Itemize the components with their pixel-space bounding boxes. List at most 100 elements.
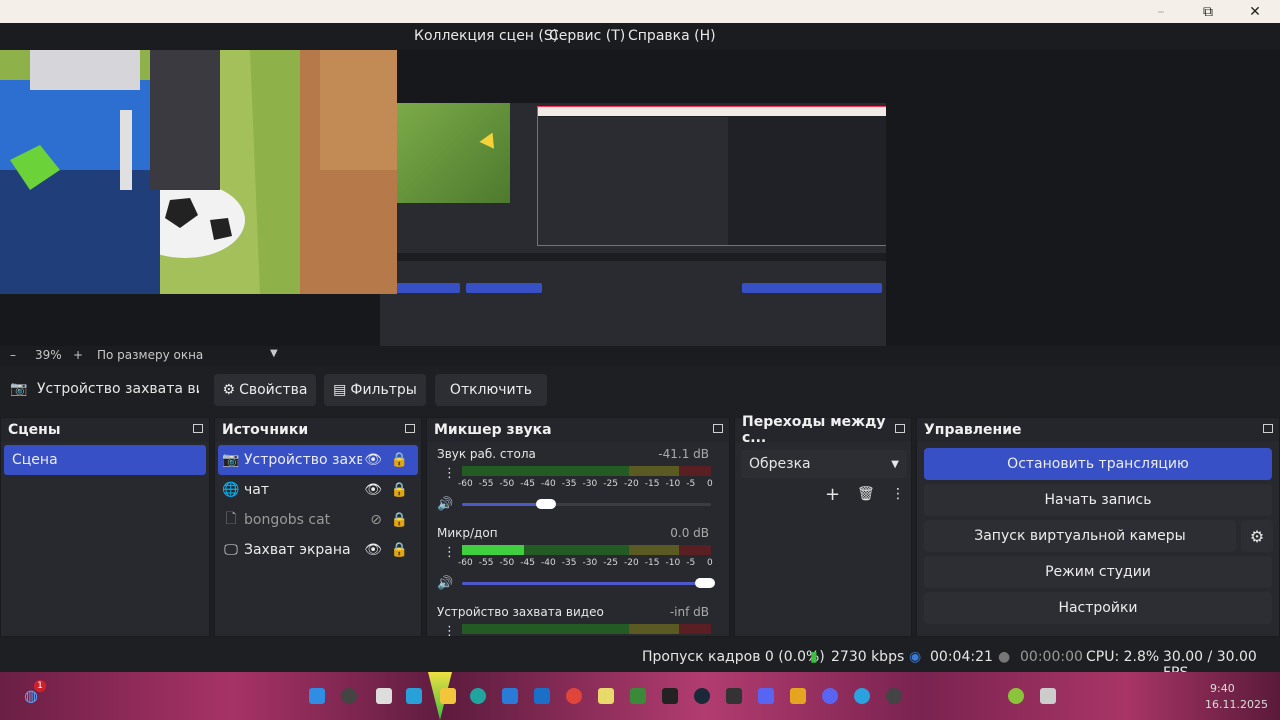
trash-icon[interactable]: 🗑 <box>857 486 875 502</box>
channel-menu-icon[interactable]: ⋮ <box>443 624 456 636</box>
meter-zone <box>678 624 711 634</box>
telegram-icon[interactable] <box>854 688 870 704</box>
chrome-icon[interactable] <box>566 688 582 704</box>
app-icon[interactable] <box>726 688 742 704</box>
scene-item[interactable]: Сцена <box>4 445 206 475</box>
maximize-button[interactable]: ⧉ <box>1185 0 1231 23</box>
deactivate-button[interactable]: Отключить <box>435 374 547 406</box>
chevron-down-icon[interactable]: ▼ <box>270 348 278 359</box>
menu-help[interactable]: Справка (H) <box>628 28 716 44</box>
zoom-in-button[interactable]: + <box>73 348 83 362</box>
camera-icon: 📷 <box>10 381 28 397</box>
taskview-icon[interactable] <box>376 688 392 704</box>
notification-badge: 1 <box>34 680 46 692</box>
tray-icon[interactable] <box>1008 688 1024 704</box>
undock-icon[interactable] <box>193 424 203 433</box>
properties-button[interactable]: ⚙ Свойства <box>214 374 316 406</box>
obs-icon[interactable] <box>886 688 902 704</box>
outlook-icon[interactable] <box>534 688 550 704</box>
meter-zone <box>678 466 711 476</box>
zoom-fit-select[interactable]: По размеру окна <box>97 348 203 362</box>
source-item-screen[interactable]: 🖵 Захват экрана 👁 🔒 <box>218 535 418 565</box>
channel-menu-icon[interactable]: ⋮ <box>443 466 456 481</box>
start-icon[interactable] <box>309 688 325 704</box>
add-icon[interactable]: + <box>825 484 840 505</box>
lock-icon[interactable]: 🔒 <box>391 512 408 528</box>
source-item-label: Устройство захвата видео <box>244 452 362 468</box>
monitor-icon: 🖵 <box>224 542 238 558</box>
discord-icon[interactable] <box>758 688 774 704</box>
calculator-icon[interactable] <box>502 688 518 704</box>
more-icon[interactable]: ⋮ <box>891 486 905 502</box>
scenes-title: Сцены <box>1 418 209 442</box>
chevron-down-icon: ▼ <box>891 458 899 470</box>
filters-button[interactable]: ▤ Фильтры <box>324 374 426 406</box>
source-item-video-capture[interactable]: 📷 Устройство захвата видео 👁 🔒 <box>218 445 418 475</box>
meter-scale-tick: -55 <box>478 558 494 568</box>
search-icon[interactable] <box>341 688 357 704</box>
store-icon[interactable] <box>406 688 422 704</box>
sources-title: Источники <box>215 418 421 442</box>
menu-scene-collection[interactable]: Коллекция сцен (S) <box>414 28 558 44</box>
volume-icon[interactable]: 🔊 <box>437 576 453 591</box>
mixer-channel-list: Звук раб. стола -41.1 dB ⋮ -60 -55 -50 -45 -40-… <box>427 442 729 636</box>
meter-scale-tick: -15 <box>644 479 660 489</box>
studio-mode-button[interactable]: Режим студии <box>924 556 1272 588</box>
status-bar: Пропуск кадров 0 (0.0%) ▮ 2730 kbps ◉ 00… <box>0 644 1280 681</box>
steam-icon[interactable] <box>694 688 710 704</box>
app-icon-2[interactable] <box>790 688 806 704</box>
terminal-icon[interactable] <box>662 688 678 704</box>
camera-icon: 📷 <box>222 452 240 468</box>
preview-canvas[interactable] <box>0 50 1280 392</box>
virtual-camera-button[interactable]: Запуск виртуальной камеры <box>924 520 1236 552</box>
start-record-button[interactable]: Начать запись <box>924 484 1272 516</box>
undock-icon[interactable] <box>713 424 723 433</box>
eye-icon[interactable]: 👁 <box>364 452 382 468</box>
discord-icon-2[interactable] <box>822 688 838 704</box>
undock-icon[interactable] <box>895 424 905 433</box>
paint-icon[interactable] <box>598 688 614 704</box>
minecraft-icon[interactable] <box>630 688 646 704</box>
explorer-icon[interactable] <box>440 688 456 704</box>
source-item-label: чат <box>244 482 270 498</box>
meter-zone <box>628 624 679 634</box>
record-time: 00:00:00 <box>1020 649 1083 665</box>
eye-icon[interactable]: 👁 <box>364 542 382 558</box>
network-icon[interactable] <box>1040 688 1056 704</box>
stop-stream-button[interactable]: Остановить трансляцию <box>924 448 1272 480</box>
record-icon: ● <box>998 649 1011 665</box>
mixer-dock: Микшер звука Звук раб. стола -41.1 dB ⋮ -60… <box>426 417 730 637</box>
zoom-out-button[interactable]: – <box>10 348 16 362</box>
controls-title-text: Управление <box>924 422 1022 438</box>
volume-icon[interactable]: 🔊 <box>437 497 453 512</box>
transition-select[interactable]: Обрезка ▼ <box>741 450 907 478</box>
eye-icon[interactable]: 👁 <box>364 482 382 498</box>
close-button[interactable]: ✕ <box>1232 0 1278 23</box>
lock-icon[interactable]: 🔒 <box>391 542 408 558</box>
menu-tools[interactable]: Сервис (T) <box>549 28 625 44</box>
lock-icon[interactable]: 🔒 <box>391 482 408 498</box>
zoom-bar: – 39% + По размеру окна ▼ <box>0 346 1280 366</box>
settings-button[interactable]: Настройки <box>924 592 1272 624</box>
source-item-chat[interactable]: 🌐 чат 👁 🔒 <box>218 475 418 505</box>
undock-icon[interactable] <box>1263 424 1273 433</box>
eye-hidden-icon[interactable]: ⊘ <box>370 512 382 528</box>
channel-menu-icon[interactable]: ⋮ <box>443 545 456 560</box>
webcam-preview <box>0 50 397 294</box>
transitions-title-text: Переходы между с... <box>742 414 886 446</box>
virtual-camera-settings-button[interactable]: ⚙ <box>1241 520 1273 552</box>
meter-scale-tick: -25 <box>603 479 618 489</box>
undock-icon[interactable] <box>405 424 415 433</box>
lock-icon[interactable]: 🔒 <box>391 452 408 468</box>
meter-scale-tick: -55 <box>478 479 494 489</box>
meter-scale-tick: -60 <box>458 479 473 489</box>
volume-slider-knob[interactable] <box>535 499 556 509</box>
edge-icon[interactable] <box>470 688 486 704</box>
channel-name: Звук раб. стола <box>437 447 536 461</box>
source-item-bongobs[interactable]: 🗋 bongobs cat ⊘ 🔒 <box>218 505 418 535</box>
selected-source-name: Устройство захвата видео <box>37 381 199 397</box>
volume-slider-knob[interactable] <box>695 578 715 588</box>
minimize-button[interactable]: – <box>1138 0 1184 23</box>
meter-zone <box>628 545 679 555</box>
channel-db: -41.1 dB <box>658 447 709 461</box>
